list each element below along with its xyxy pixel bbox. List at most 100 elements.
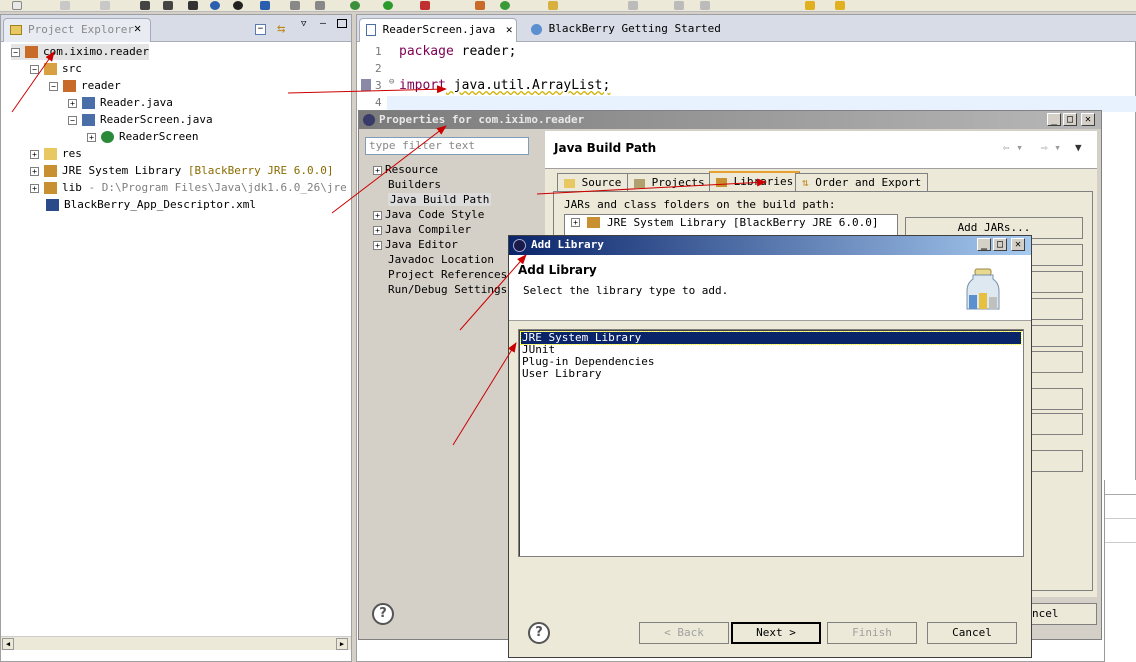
info-icon[interactable] <box>260 1 270 10</box>
expand-icon[interactable]: + <box>30 149 39 159</box>
print-icon[interactable] <box>100 1 110 10</box>
collapse-icon[interactable]: − <box>68 115 77 125</box>
forward-arrow-icon[interactable] <box>835 1 845 10</box>
minimize-icon[interactable]: _ <box>977 238 991 251</box>
help-icon[interactable] <box>210 1 220 10</box>
expand-icon[interactable]: + <box>30 166 39 176</box>
maximize-icon[interactable]: □ <box>1063 113 1077 126</box>
view-menu-icon[interactable]: ▽ <box>301 19 306 29</box>
link-with-editor-icon[interactable]: ⇆ <box>277 21 285 37</box>
folding-icon[interactable]: ⊖ <box>389 77 394 87</box>
tree-item[interactable]: + ReaderScreen <box>87 129 198 145</box>
expander-icon[interactable]: + <box>571 218 580 227</box>
new-icon[interactable] <box>12 1 22 10</box>
back-arrow-icon[interactable] <box>805 1 815 10</box>
nav-item[interactable]: + Java Compiler <box>373 222 471 237</box>
trash-icon[interactable] <box>315 1 325 10</box>
external-tools-icon[interactable] <box>420 1 430 10</box>
help-icon[interactable]: ? <box>372 603 394 625</box>
refresh-icon[interactable] <box>500 1 510 10</box>
tab-projects[interactable]: Projects <box>627 173 712 192</box>
run-icon[interactable] <box>383 1 393 10</box>
view-menu-icon[interactable]: ▼ <box>1075 141 1082 154</box>
collapse-icon[interactable]: − <box>30 64 39 74</box>
nav-icon[interactable] <box>674 1 684 10</box>
back-button[interactable]: < Back <box>639 622 729 644</box>
library-type-list[interactable]: JRE System Library JUnit Plug-in Dependenc… <box>518 329 1024 557</box>
nav-item[interactable]: Javadoc Location <box>373 252 494 267</box>
nav-item[interactable]: Run/Debug Settings <box>373 282 507 297</box>
nav-item[interactable]: + Resource <box>373 162 438 177</box>
collapse-icon[interactable]: − <box>49 81 58 91</box>
properties-title-bar[interactable]: Properties for com.iximo.reader _ □ ✕ <box>359 111 1101 129</box>
device-icon[interactable] <box>188 1 198 10</box>
tree-item[interactable]: − com.iximo.reader <box>11 44 149 60</box>
expand-icon[interactable]: + <box>87 132 96 142</box>
library-type-item[interactable]: User Library <box>521 368 1021 380</box>
tab-source[interactable]: Source <box>557 173 629 192</box>
expand-icon[interactable]: + <box>373 165 382 175</box>
tree-item[interactable]: + res <box>30 146 82 162</box>
minimize-icon[interactable]: — <box>320 18 326 29</box>
dialog-title: Properties for com.iximo.reader <box>379 113 585 126</box>
close-icon[interactable]: ✕ <box>506 23 513 36</box>
tree-item[interactable]: − ReaderScreen.java <box>68 112 213 128</box>
back-arrow-icon[interactable]: ⇦ ▾ <box>1003 141 1023 154</box>
nav-icon[interactable] <box>628 1 638 10</box>
tree-item[interactable]: + lib - D:\Program Files\Java\jdk1.6.0_26… <box>30 180 347 196</box>
close-icon[interactable]: ✕ <box>1011 238 1025 251</box>
tree-item[interactable]: − reader <box>49 78 121 94</box>
maximize-icon[interactable]: □ <box>993 238 1007 251</box>
cancel-button[interactable]: Cancel <box>927 622 1017 644</box>
new-class-icon[interactable] <box>475 1 485 10</box>
tree-item[interactable]: − src <box>30 61 82 77</box>
nav-item[interactable]: Project References <box>373 267 507 282</box>
tree-item[interactable]: + Reader.java <box>68 95 173 111</box>
tab-order-and-export[interactable]: ⇅ Order and Export <box>795 173 929 192</box>
minimize-icon[interactable]: _ <box>1047 113 1061 126</box>
save-icon[interactable] <box>60 1 70 10</box>
tab-libraries[interactable]: Libraries <box>709 171 801 192</box>
finish-button[interactable]: Finish <box>827 622 917 644</box>
scroll-right-icon[interactable]: ▶ <box>336 638 348 650</box>
nav-icon[interactable] <box>700 1 710 10</box>
collapse-all-icon[interactable]: − <box>255 24 266 35</box>
expand-icon[interactable]: + <box>373 210 382 220</box>
cancel-button-partial[interactable]: ncel <box>1027 603 1097 625</box>
class-icon <box>101 131 114 143</box>
expand-icon[interactable]: + <box>30 183 39 193</box>
filter-input[interactable]: type filter text <box>365 137 529 155</box>
forward-arrow-icon[interactable]: ⇨ ▾ <box>1041 141 1061 154</box>
open-folder-icon[interactable] <box>548 1 558 10</box>
close-icon[interactable]: ✕ <box>134 21 141 35</box>
grid-icon[interactable] <box>140 1 150 10</box>
trash-icon[interactable] <box>290 1 300 10</box>
wizard-header: Add Library Select the library type to a… <box>509 255 1031 321</box>
nav-item[interactable]: Java Build Path <box>373 192 492 207</box>
tree-item[interactable]: + JRE System Library [BlackBerry JRE 6.0.… <box>30 163 334 179</box>
tree-item[interactable]: BlackBerry_App_Descriptor.xml <box>30 197 256 213</box>
nav-item[interactable]: Builders <box>373 177 441 192</box>
expand-icon[interactable]: + <box>68 98 77 108</box>
keyword: import <box>399 78 446 93</box>
maximize-icon[interactable] <box>337 19 347 28</box>
blackberry-icon[interactable] <box>233 1 243 10</box>
help-icon[interactable]: ? <box>528 622 550 644</box>
add-library-title-bar[interactable]: Add Library _ □ ✕ <box>509 236 1031 255</box>
scroll-left-icon[interactable]: ◀ <box>2 638 14 650</box>
library-type-item[interactable]: JRE System Library <box>520 331 1022 345</box>
expand-icon[interactable]: + <box>373 225 382 235</box>
debug-icon[interactable] <box>350 1 360 10</box>
horizontal-scrollbar[interactable]: ◀ ▶ <box>1 636 351 650</box>
tab-project-explorer[interactable]: Project Explorer ✕ <box>3 18 151 42</box>
next-button[interactable]: Next > <box>731 622 821 644</box>
close-icon[interactable]: ✕ <box>1081 113 1095 126</box>
tab-blackberry-getting-started[interactable]: BlackBerry Getting Started <box>525 18 721 42</box>
collapse-icon[interactable]: − <box>11 47 20 57</box>
nav-item[interactable]: + Java Editor <box>373 237 458 252</box>
folder-icon <box>10 25 22 35</box>
expand-icon[interactable]: + <box>373 240 382 250</box>
grid-icon[interactable] <box>163 1 173 10</box>
tab-readerscreen-java[interactable]: ReaderScreen.java ✕ <box>359 18 517 42</box>
nav-item[interactable]: + Java Code Style <box>373 207 484 222</box>
